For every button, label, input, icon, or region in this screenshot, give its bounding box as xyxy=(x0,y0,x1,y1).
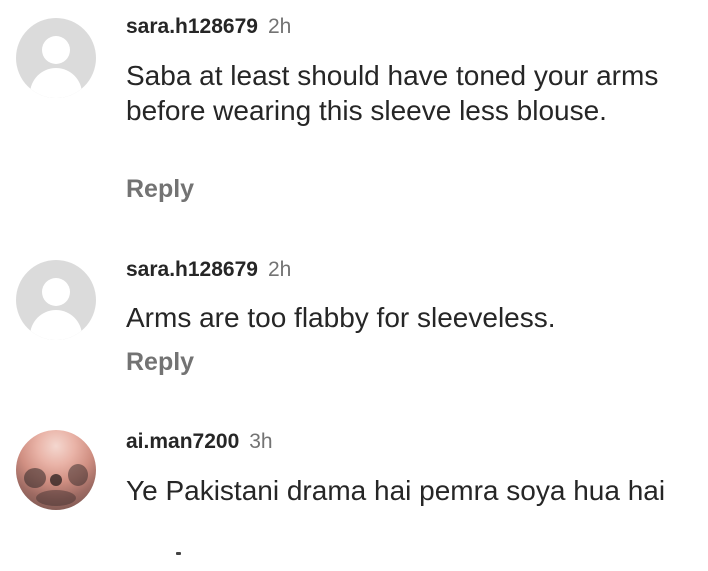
comment-username[interactable]: sara.h128679 xyxy=(126,258,258,281)
avatar-shoulders-shape xyxy=(30,310,82,340)
default-avatar-icon[interactable] xyxy=(16,260,96,340)
default-avatar-icon[interactable] xyxy=(16,18,96,98)
avatar-head-shape xyxy=(42,278,70,306)
photo-detail-shape xyxy=(50,474,62,486)
divider-fragment xyxy=(176,552,181,555)
comment-username[interactable]: sara.h128679 xyxy=(126,15,258,38)
reply-button[interactable]: Reply xyxy=(126,174,194,204)
comment-meta: sara.h128679 2h xyxy=(126,257,291,283)
comment-meta: ai.man7200 3h xyxy=(126,429,273,455)
reply-button[interactable]: Reply xyxy=(126,347,194,377)
comment-timestamp: 3h xyxy=(249,430,273,453)
comment-text: Ye Pakistani drama hai pemra soya hua ha… xyxy=(126,475,666,506)
avatar-shoulders-shape xyxy=(30,68,82,98)
comment-meta: sara.h128679 2h xyxy=(126,14,291,40)
comment-text: Arms are too flabby for sleeveless. xyxy=(126,302,556,333)
photo-detail-shape xyxy=(36,490,76,506)
avatar-head-shape xyxy=(42,36,70,64)
profile-photo-avatar[interactable] xyxy=(16,430,96,510)
comment-username[interactable]: ai.man7200 xyxy=(126,430,239,453)
comment-timestamp: 2h xyxy=(267,258,292,281)
photo-detail-shape xyxy=(68,464,88,486)
comment-timestamp: 2h xyxy=(267,15,292,38)
comment-text: Saba at least should have toned your arm… xyxy=(126,60,659,126)
photo-detail-shape xyxy=(24,468,46,488)
